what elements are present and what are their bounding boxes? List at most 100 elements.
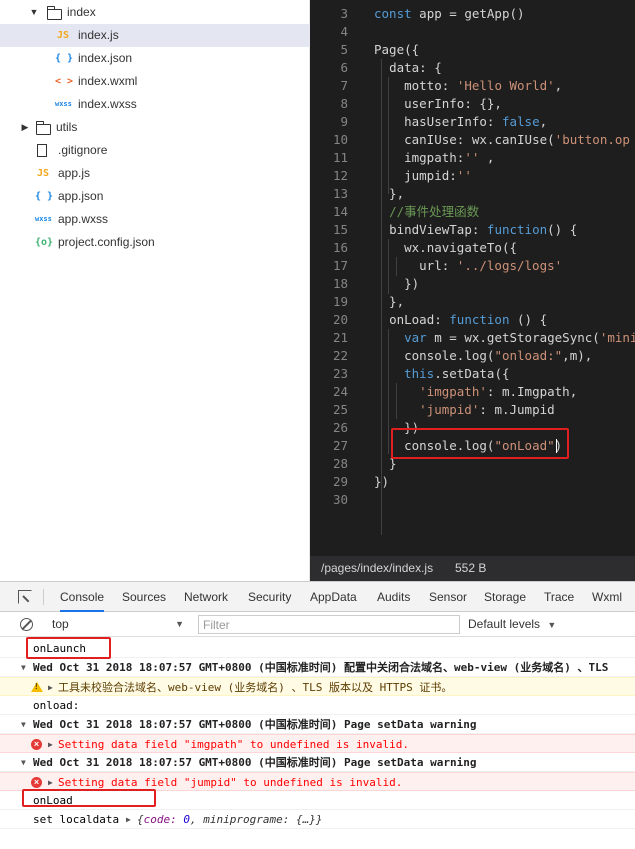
line-number: 14 [332,204,348,219]
code-editor[interactable]: 3 const app = getApp() 4 5 Page({6 data: {7 … [310,0,635,556]
console-message[interactable]: ▶ 工具未校验合法域名、web-view (业务域名) 、TLS 版本以及 HTT… [0,677,635,696]
code-line[interactable]: 17 url: '../logs/logs' [310,257,635,275]
tab-wxml[interactable]: Wxml [592,582,622,612]
line-number: 30 [332,492,348,507]
chevron-down-icon[interactable]: ▼ [21,753,26,772]
tree-item-gitignore[interactable]: .gitignore [0,139,310,162]
console-message[interactable]: × ▶ Setting data field "imgpath" to undefi… [0,734,635,753]
code-text: canIUse: wx.canIUse('button.op [404,132,630,147]
code-text: this.setData({ [404,366,510,381]
clear-console-icon[interactable] [20,618,33,631]
code-text: var m = wx.getStorageSync('mini [404,330,635,345]
console-text: onload: [33,699,80,712]
line-number: 24 [332,384,348,399]
tree-item-index-wxml[interactable]: < > index.wxml [0,70,310,93]
code-text: data: { [389,60,442,75]
line-number: 13 [332,186,348,201]
code-line[interactable]: 5 Page({ [310,41,635,59]
indent-guide [396,383,397,419]
chevron-right-icon[interactable]: ▶ [126,810,131,829]
line-number: 20 [332,312,348,327]
devtools-panel: Console Sources Network Security AppData Audi… [0,581,635,848]
console-message[interactable]: ▼ Wed Oct 31 2018 18:07:57 GMT+0800 (中国标准… [0,715,635,734]
console-message[interactable]: ▼ Wed Oct 31 2018 18:07:57 GMT+0800 (中国标准… [0,753,635,772]
tree-item-label: index.wxss [78,97,137,111]
chevron-down-icon[interactable]: ▼ [21,658,26,677]
tab-storage[interactable]: Storage [484,582,526,612]
code-line[interactable]: 3 const app = getApp() [310,5,635,23]
context-select[interactable]: top ▼ [52,615,184,634]
tree-item-utils[interactable]: ▶ utils [0,116,310,139]
chevron-down-icon[interactable]: ▼ [21,715,26,734]
code-line[interactable]: 13 }, [310,185,635,203]
chevron-right-icon[interactable]: ▶ [48,678,53,697]
code-line[interactable]: 21 var m = wx.getStorageSync('mini [310,329,635,347]
tab-network[interactable]: Network [184,582,228,612]
tree-item-app-json[interactable]: { } app.json [0,185,310,208]
tab-audits[interactable]: Audits [377,582,410,612]
editor-statusbar: /pages/index/index.js 552 B [310,556,635,581]
code-text: userInfo: {}, [404,96,502,111]
filter-input[interactable] [198,615,460,634]
code-line[interactable]: 19 }, [310,293,635,311]
line-number: 21 [332,330,348,345]
code-line[interactable]: 22 console.log("onload:",m), [310,347,635,365]
console-message[interactable]: ▼ Wed Oct 31 2018 18:07:57 GMT+0800 (中国标准… [0,658,635,677]
code-line[interactable]: 23 this.setData({ [310,365,635,383]
tab-security[interactable]: Security [248,582,291,612]
code-line[interactable]: 4 [310,23,635,41]
code-line[interactable]: 18 }) [310,275,635,293]
log-levels-label: Default levels [468,617,541,631]
console-object-preview[interactable]: {code: 0, miniprograme: {…}} [137,810,322,829]
console-message[interactable]: set localdata ▶ {code: 0, miniprograme: {…… [0,810,635,829]
tab-trace[interactable]: Trace [544,582,574,612]
code-line[interactable]: 11 imgpath:'' , [310,149,635,167]
tree-item-index-wxss[interactable]: wxss index.wxss [0,93,310,116]
code-line[interactable]: 15 bindViewTap: function() { [310,221,635,239]
inspect-element-icon[interactable] [18,590,32,604]
tab-sources[interactable]: Sources [122,582,166,612]
code-line[interactable]: 25 'jumpid': m.Jumpid [310,401,635,419]
tab-appdata[interactable]: AppData [310,582,357,612]
tree-item-app-wxss[interactable]: wxss app.wxss [0,208,310,231]
code-line[interactable]: 29}) [310,473,635,491]
chevron-down-icon[interactable]: ▼ [29,1,39,24]
tree-item-label: index.wxml [78,74,138,88]
line-number: 18 [332,276,348,291]
line-number: 11 [332,150,348,165]
tab-console[interactable]: Console [60,582,105,612]
tree-item-index-js[interactable]: JS index.js [0,24,310,47]
code-line[interactable]: 16 wx.navigateTo({ [310,239,635,257]
code-line[interactable]: 14 //事件处理函数 [310,203,635,221]
console-message[interactable]: onload: [0,696,635,715]
tree-item-index-json[interactable]: { } index.json [0,47,310,70]
chevron-right-icon[interactable]: ▶ [48,735,53,754]
code-line[interactable]: 6 data: { [310,59,635,77]
file-explorer: ▼ index JS index.js { } index.json < > index.wx… [0,0,310,581]
code-line[interactable]: 30 [310,491,635,509]
file-size: 552 B [455,561,487,575]
highlight-box-onload [22,789,156,807]
code-line[interactable]: 8 userInfo: {}, [310,95,635,113]
tree-item-project-config-json[interactable]: {o} project.config.json [0,231,310,254]
code-line[interactable]: 10 canIUse: wx.canIUse('button.op [310,131,635,149]
code-line[interactable]: 24 'imgpath': m.Imgpath, [310,383,635,401]
tree-item-index[interactable]: ▼ index [0,1,310,24]
tab-sensor[interactable]: Sensor [429,582,467,612]
chevron-right-icon[interactable]: ▶ [20,116,30,139]
tree-item-label: app.js [58,166,91,180]
code-text: console.log("onload:",m), [404,348,593,363]
js-file-icon: JS [36,168,50,179]
console-output: onLaunch ▼ Wed Oct 31 2018 18:07:57 GMT+08… [0,638,635,849]
code-line[interactable]: 12 jumpid:'' [310,167,635,185]
tree-item-app-js[interactable]: JS app.js [0,162,310,185]
log-levels-dropdown[interactable]: Default levels ▼ [468,615,556,634]
line-number: 8 [340,96,348,111]
tree-item-label: index [67,5,96,19]
line-number: 15 [332,222,348,237]
tree-item-label: app.wxss [58,212,109,226]
code-line[interactable]: 20 onLoad: function () { [310,311,635,329]
code-line[interactable]: 7 motto: 'Hello World', [310,77,635,95]
line-number: 7 [340,78,348,93]
code-line[interactable]: 9 hasUserInfo: false, [310,113,635,131]
